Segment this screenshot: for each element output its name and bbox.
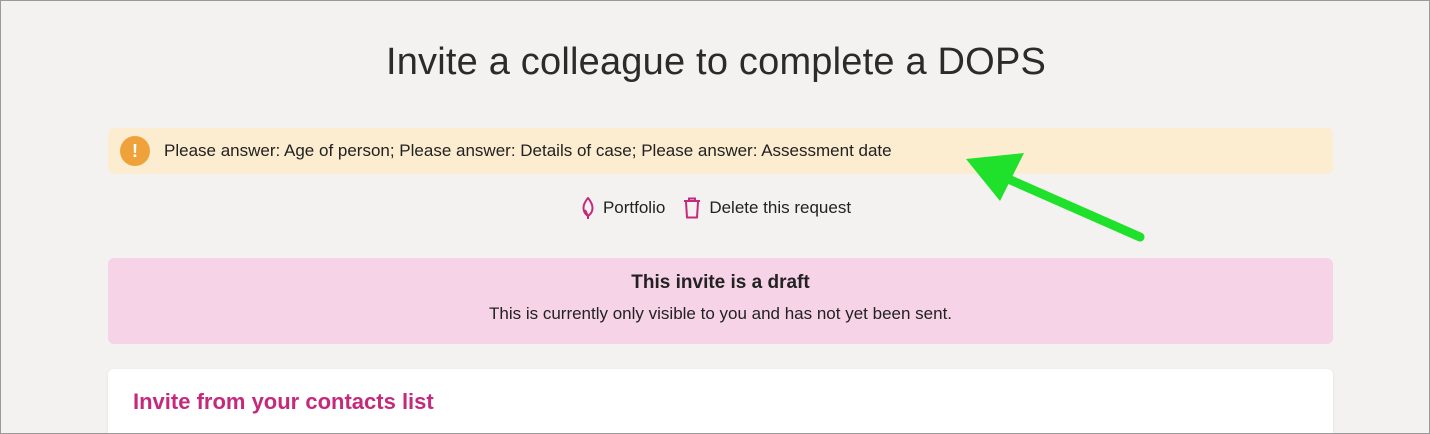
contacts-card: Invite from your contacts list bbox=[108, 369, 1333, 433]
contacts-title[interactable]: Invite from your contacts list bbox=[133, 389, 434, 415]
delete-request-button[interactable]: Delete this request bbox=[683, 197, 851, 219]
draft-text: This is currently only visible to you an… bbox=[488, 304, 953, 323]
exclamation-icon: ! bbox=[120, 136, 150, 166]
trash-icon bbox=[683, 197, 701, 219]
draft-title: This invite is a draft bbox=[631, 272, 810, 293]
portfolio-link[interactable]: Portfolio bbox=[581, 197, 665, 219]
draft-notice: This invite is a draft This is currently… bbox=[108, 258, 1333, 344]
leaf-icon bbox=[581, 197, 595, 219]
warning-message: Please answer: Age of person; Please ans… bbox=[164, 141, 892, 160]
delete-request-label: Delete this request bbox=[709, 198, 852, 217]
request-actions: Portfolio Delete this request bbox=[1, 197, 1429, 219]
page-title: Invite a colleague to complete a DOPS bbox=[385, 41, 1047, 83]
app-window: Invite a colleague to complete a DOPS ! … bbox=[0, 0, 1430, 434]
validation-warning-banner: ! Please answer: Age of person; Please a… bbox=[108, 128, 1333, 174]
portfolio-label: Portfolio bbox=[602, 198, 666, 217]
